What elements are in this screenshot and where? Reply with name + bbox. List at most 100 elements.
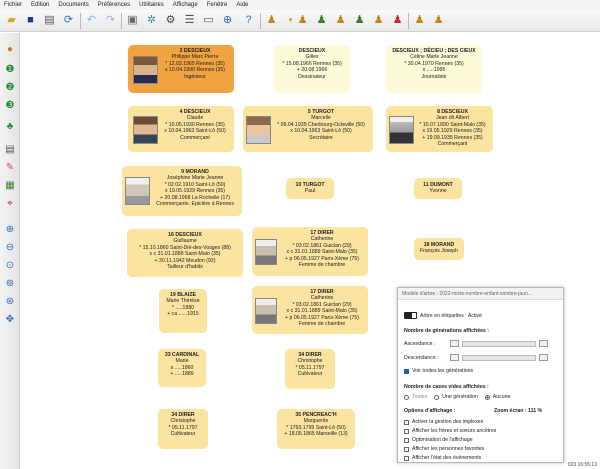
menu-documents[interactable]: Documents: [58, 2, 88, 8]
ascendance-label: Ascendance :: [404, 341, 436, 347]
person-occupation: Commerçante, Epicière à Rennes: [156, 201, 234, 208]
stop-icon[interactable]: ▣: [124, 12, 141, 29]
person-box-11[interactable]: 11 DUMONT Yvonne: [414, 178, 462, 199]
label-tree-toggle-row[interactable]: Arbre en étiquettes : Activé: [404, 312, 482, 319]
ascendance-increase-button[interactable]: [539, 340, 548, 347]
print-preview-icon[interactable]: ▤: [41, 12, 58, 29]
person-box-19[interactable]: 19 BLAIZE Marie Thérèse * .....1880 + ca…: [159, 289, 207, 333]
add-sibling-icon[interactable]: ♟: [370, 12, 387, 29]
expand-icon[interactable]: ✥: [2, 311, 18, 327]
undo-icon[interactable]: ↶: [83, 12, 100, 29]
person-box-17-duplicate[interactable]: 17 DIRER Catherine * 03.02.1861 Guiclan …: [252, 286, 368, 334]
person-box-34[interactable]: 34 DIRER Christophe * 05.11.1797 Cultiva…: [285, 349, 335, 389]
zoom-in-icon[interactable]: ⊕: [2, 221, 18, 237]
person-box-35[interactable]: 35 PENCREAC'H Marguerite * 1793.1795 Sai…: [277, 409, 355, 449]
option-event-state[interactable]: Afficher l'état des événements: [404, 455, 481, 461]
menu-utilitaires[interactable]: Utilitaires: [139, 2, 164, 8]
person-firstname: Yvonne: [429, 188, 447, 195]
list-icon[interactable]: ☰: [181, 12, 198, 29]
radio-none[interactable]: [484, 394, 490, 400]
ascendance-decrease-button[interactable]: [450, 340, 459, 347]
add-person-icon[interactable]: ♟: [313, 12, 330, 29]
descendance-increase-button[interactable]: [539, 354, 548, 361]
refresh-icon[interactable]: ⟳: [60, 12, 77, 29]
option-optimisation[interactable]: Optimisation de l'affichage: [404, 437, 473, 443]
help-icon[interactable]: ?: [240, 12, 257, 29]
folder-icon[interactable]: ▰: [3, 12, 20, 29]
person-box-18[interactable]: 18 MORAND François Joseph: [414, 238, 464, 260]
descendance-slider[interactable]: [462, 355, 536, 361]
descendance-decrease-button[interactable]: [450, 354, 459, 361]
delete-person-icon[interactable]: ♟: [389, 12, 406, 29]
settings-icon[interactable]: ⚙: [162, 12, 179, 29]
window-icon[interactable]: ▭: [200, 12, 217, 29]
option-label: Activer la gestion des implexes: [412, 419, 484, 425]
person-box-5[interactable]: 5 TURGOT Marcelle * 09.04.1935 Cherbourg…: [243, 106, 373, 152]
person-dropdown-icon[interactable]: ♟: [263, 12, 280, 29]
option-checkbox[interactable]: [404, 437, 409, 443]
person-box-8[interactable]: 8 DESCIEUX Jean dit Albert * 10.07.1890 …: [386, 106, 493, 152]
tree-icon[interactable]: ♣: [2, 118, 18, 134]
show-all-generations-checkbox[interactable]: [404, 368, 409, 374]
zoom-fit-icon[interactable]: ⊙: [2, 257, 18, 273]
add-parent-icon[interactable]: ♟: [294, 12, 311, 29]
add-child-icon[interactable]: ♟: [351, 12, 368, 29]
person-box-34-duplicate[interactable]: 34 DIRER Christophe * 05.11.1797 Cultiva…: [158, 409, 208, 449]
person-box-sibling-gilles[interactable]: DESCIEUX Gilles * 15.08.1966 Rennes (35)…: [274, 45, 350, 93]
person-photo: [255, 298, 277, 324]
menu-fichier[interactable]: Fichier: [4, 2, 22, 8]
option-implexes[interactable]: Activer la gestion des implexes: [404, 419, 483, 425]
save-icon[interactable]: ■: [22, 12, 39, 29]
map-pin-icon[interactable]: ⌖: [2, 195, 18, 211]
zoom-level: Zoom écran : 111 %: [494, 408, 543, 414]
option-checkbox[interactable]: [404, 419, 409, 425]
add-spouse-icon[interactable]: ♟: [332, 12, 349, 29]
menu-affichage[interactable]: Affichage: [173, 2, 198, 8]
radio-all-label: Toutes: [412, 394, 428, 400]
person-occupation: Dessinateur: [298, 73, 326, 80]
person-box-17[interactable]: 17 DIRER Catherine * 03.02.1861 Guiclan …: [252, 227, 368, 276]
grid-icon[interactable]: ▦: [2, 177, 18, 193]
tree-view-icon[interactable]: ✲: [143, 12, 160, 29]
zoom-100-icon[interactable]: ⊚: [2, 275, 18, 291]
add-relative-icon[interactable]: ♟: [430, 12, 447, 29]
person-box-10[interactable]: 10 TURGOT Paul: [286, 178, 334, 199]
navigate-icon[interactable]: ♟: [411, 12, 428, 29]
option-checkbox[interactable]: [404, 455, 409, 461]
radio-one[interactable]: [434, 394, 440, 400]
show-all-generations-row[interactable]: Voir toutes les générations: [404, 368, 473, 374]
option-checkbox[interactable]: [404, 446, 409, 452]
zoom-page-icon[interactable]: ⊛: [2, 293, 18, 309]
menu-preferences[interactable]: Préférences: [98, 2, 130, 8]
level-2-icon[interactable]: ❷: [2, 79, 18, 95]
zoom-out-icon[interactable]: ⊖: [2, 239, 18, 255]
person-box-2[interactable]: 2 DESCIEUX Philippe Marc Pierre * 12.03.…: [128, 45, 234, 93]
level-3-icon[interactable]: ❸: [2, 97, 18, 113]
radio-all[interactable]: [404, 394, 409, 400]
person-box-16[interactable]: 16 DESCIEUX Guillaume * 15.10.1860 Saint…: [127, 229, 243, 277]
brush-icon[interactable]: ✎: [2, 159, 18, 175]
menu-fenetre[interactable]: Fenêtre: [207, 2, 228, 8]
option-favorites[interactable]: Afficher les personnes favorites: [404, 446, 484, 452]
person-box-sibling-celine[interactable]: DESCIEUX ; DÉCIEU ; DES CIEUX Céline Mar…: [386, 45, 482, 93]
person-death: + ca ......1915: [167, 311, 199, 318]
person-box-33[interactable]: 33 CARDINAL Marie x .....1860 + .....188…: [158, 349, 206, 387]
option-label: Optimisation de l'affichage: [412, 437, 473, 443]
person-firstname: François Joseph: [419, 248, 459, 255]
redo-icon[interactable]: ↷: [102, 12, 119, 29]
person-occupation: Journaliste: [421, 73, 447, 80]
person-box-9[interactable]: 9 MORAND Joséphine Marie Jeanne * 02.02.…: [122, 166, 242, 216]
level-1-icon[interactable]: ❶: [2, 61, 18, 77]
person-icon[interactable]: ●: [2, 41, 18, 57]
label-tree-toggle[interactable]: [404, 312, 417, 319]
option-checkbox[interactable]: [404, 428, 409, 434]
print-icon[interactable]: ▤: [2, 141, 18, 157]
option-siblings[interactable]: Afficher les frères et soeurs ancêtres: [404, 428, 496, 434]
ascendance-slider[interactable]: [462, 341, 536, 347]
person-box-4[interactable]: 4 DESCIEUX Claude * 10.05.1930 Rennes (3…: [128, 106, 234, 152]
person-photo: [133, 56, 158, 84]
person-photo: [246, 116, 271, 144]
menu-aide[interactable]: Aide: [236, 2, 248, 8]
search-icon[interactable]: ⊕: [219, 12, 236, 29]
menu-edition[interactable]: Edition: [31, 2, 49, 8]
